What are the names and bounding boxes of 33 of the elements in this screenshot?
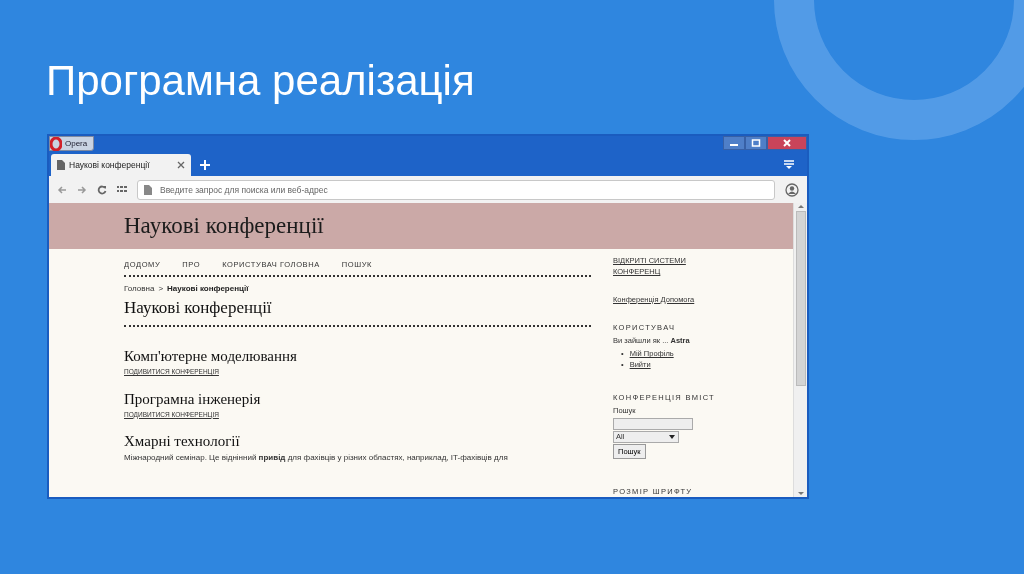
site-title: Наукові конференції bbox=[124, 212, 324, 240]
conference-title: Комп'ютерне моделювання bbox=[124, 346, 298, 365]
back-icon[interactable] bbox=[57, 184, 67, 195]
scrollbar[interactable] bbox=[793, 203, 807, 498]
browser-tab[interactable]: Наукові конференції bbox=[51, 154, 191, 177]
dropdown-caret-icon bbox=[668, 433, 676, 440]
grid-icon[interactable] bbox=[117, 184, 127, 195]
scroll-down-icon[interactable] bbox=[796, 491, 805, 498]
maximize-icon bbox=[751, 139, 761, 148]
scroll-thumb[interactable] bbox=[795, 211, 806, 387]
close-icon bbox=[783, 139, 791, 148]
new-tab-icon[interactable] bbox=[199, 159, 211, 172]
breadcrumb-link[interactable]: Головна bbox=[124, 283, 155, 296]
forward-icon[interactable] bbox=[77, 184, 87, 195]
address-field[interactable]: Введите запрос для поиска или веб-адрес bbox=[137, 179, 775, 200]
page-icon bbox=[57, 160, 65, 171]
conference-title: Хмарні технології bbox=[124, 432, 241, 451]
account-icon[interactable] bbox=[785, 182, 799, 197]
conference-description: Міжнародний семінар. Це віднінний привід для фахівців у різних областях, наприклад, IT-фахівців для bbox=[124, 453, 509, 464]
breadcrumb-separator: > bbox=[158, 283, 164, 296]
breadcrumb-current: Наукові конференції bbox=[167, 283, 249, 296]
opera-menu-button[interactable]: Opera bbox=[49, 136, 95, 152]
conference-title: Програмна інженерія bbox=[124, 389, 262, 408]
slide-title: Програмна реалізація bbox=[46, 58, 475, 105]
opera-logo-icon bbox=[50, 136, 62, 151]
close-button[interactable] bbox=[767, 136, 807, 151]
minimize-button[interactable] bbox=[723, 136, 745, 151]
tab-close-icon[interactable] bbox=[177, 161, 185, 170]
search-field[interactable] bbox=[613, 417, 693, 430]
menu-icon[interactable] bbox=[783, 160, 795, 171]
page-heading: Наукові конференції bbox=[124, 298, 591, 327]
reload-icon[interactable] bbox=[97, 184, 107, 195]
maximize-button[interactable] bbox=[745, 136, 767, 151]
